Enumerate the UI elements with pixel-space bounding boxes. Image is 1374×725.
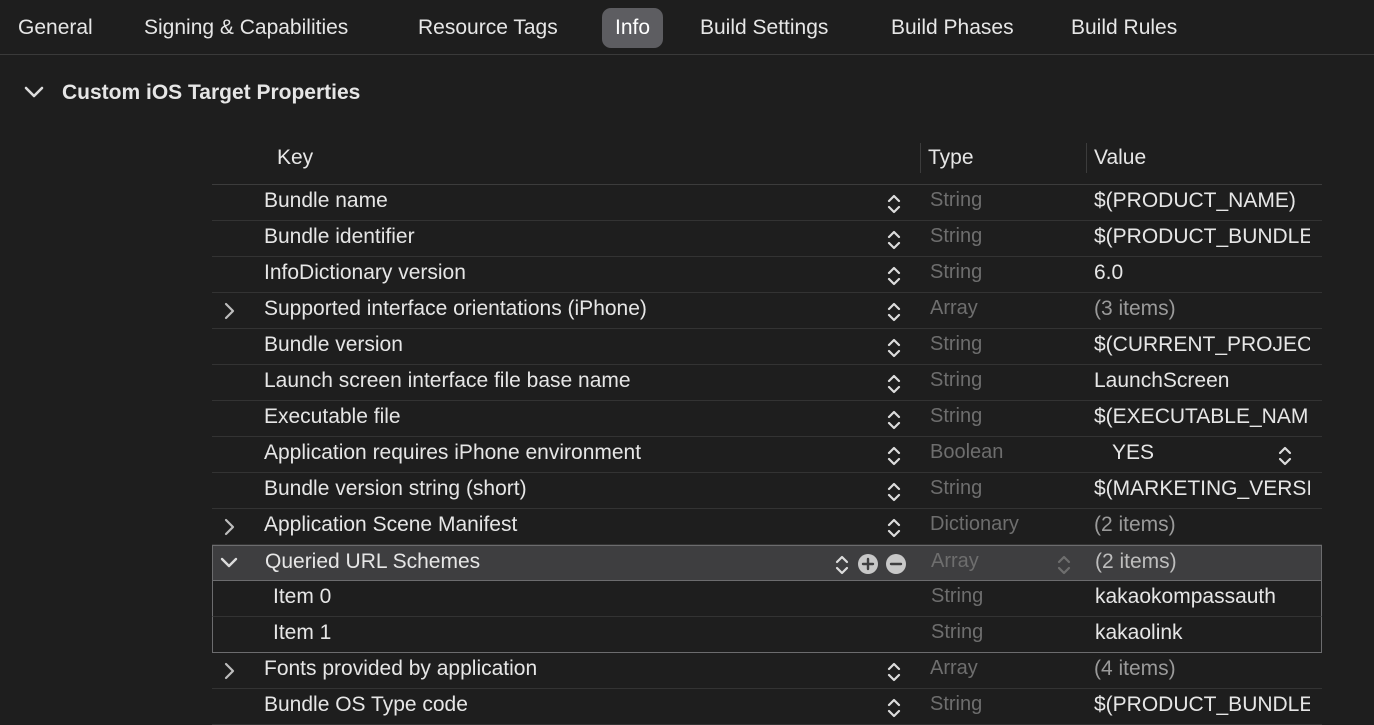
tab-signing-capabilities[interactable]: Signing & Capabilities <box>144 8 348 48</box>
row-value[interactable]: kakaolink <box>1095 621 1311 645</box>
table-row-child[interactable]: Item 1 String kakaolink <box>212 617 1322 653</box>
up-down-stepper-icon[interactable] <box>885 516 903 545</box>
row-key: Bundle version string (short) <box>264 477 527 500</box>
tab-general[interactable]: General <box>18 8 93 48</box>
row-type: String <box>930 405 983 427</box>
chevron-right-icon[interactable] <box>222 302 236 325</box>
row-key: InfoDictionary version <box>264 261 466 284</box>
row-type: Dictionary <box>930 513 1019 535</box>
row-value: (2 items) <box>1094 513 1176 536</box>
table-row[interactable]: Bundle version String $(CURRENT_PROJECT_… <box>212 329 1322 365</box>
row-value[interactable]: LaunchScreen <box>1094 369 1310 393</box>
row-key: Fonts provided by application <box>264 657 538 680</box>
chevron-down-icon[interactable] <box>24 85 44 104</box>
up-down-stepper-icon[interactable] <box>885 264 903 293</box>
row-value[interactable]: $(PRODUCT_BUNDLE_IDENTIFIER) <box>1094 225 1310 249</box>
table-row-selected[interactable]: Queried URL Schemes Array (2 items) <box>212 545 1322 581</box>
row-key: Executable file <box>264 405 401 428</box>
up-down-stepper-icon[interactable] <box>885 696 903 725</box>
plus-circle-icon[interactable] <box>857 553 879 580</box>
row-type: String <box>931 621 984 643</box>
row-type: Array <box>930 297 978 319</box>
table-row-child[interactable]: Item 0 String kakaokompassauth <box>212 581 1322 617</box>
table-row[interactable]: Bundle OS Type code String $(PRODUCT_BUN… <box>212 689 1322 725</box>
table-row[interactable]: Bundle identifier String $(PRODUCT_BUNDL… <box>212 221 1322 257</box>
row-key: Queried URL Schemes <box>265 550 481 573</box>
table-row[interactable]: Bundle version string (short) String $(M… <box>212 473 1322 509</box>
row-key: Bundle name <box>264 189 388 212</box>
chevron-right-icon[interactable] <box>222 518 236 541</box>
up-down-stepper-icon[interactable] <box>885 444 903 473</box>
minus-circle-icon[interactable] <box>885 553 907 580</box>
row-type: String <box>930 225 983 247</box>
tab-bar: General Signing & Capabilities Resource … <box>0 0 1374 55</box>
section-header[interactable]: Custom iOS Target Properties <box>0 72 600 116</box>
row-key: Application Scene Manifest <box>264 513 518 536</box>
up-down-stepper-icon[interactable] <box>885 480 903 509</box>
table-row[interactable]: Application Scene Manifest Dictionary (2… <box>212 509 1322 545</box>
row-type: String <box>930 333 983 355</box>
up-down-stepper-icon[interactable] <box>885 228 903 257</box>
column-divider <box>1086 143 1087 173</box>
chevron-down-icon[interactable] <box>220 556 238 575</box>
row-type: String <box>930 261 983 283</box>
table-row[interactable]: InfoDictionary version String 6.0 <box>212 257 1322 293</box>
tab-build-settings[interactable]: Build Settings <box>700 8 828 48</box>
row-type: String <box>930 693 983 715</box>
table-header: Key Type Value <box>212 140 1322 185</box>
row-key: Bundle OS Type code <box>264 693 468 716</box>
row-key: Item 0 <box>273 585 332 608</box>
table-row[interactable]: Bundle name String $(PRODUCT_NAME) <box>212 185 1322 221</box>
table-row[interactable]: Executable file String $(EXECUTABLE_NAME… <box>212 401 1322 437</box>
row-key: Item 1 <box>273 621 332 644</box>
row-type: String <box>931 585 984 607</box>
row-value[interactable]: $(MARKETING_VERSION) <box>1094 477 1310 501</box>
column-header-key[interactable]: Key <box>277 146 313 170</box>
boolean-value-popup[interactable]: YES <box>1112 441 1154 465</box>
row-type: Array <box>930 657 978 679</box>
up-down-stepper-icon[interactable] <box>885 300 903 329</box>
row-key: Bundle version <box>264 333 403 356</box>
tab-build-rules[interactable]: Build Rules <box>1071 8 1177 48</box>
row-type: String <box>930 477 983 499</box>
row-value[interactable]: $(PRODUCT_BUNDLE_PACKAGE_TYPE) <box>1094 693 1310 717</box>
up-down-stepper-icon[interactable] <box>833 553 851 582</box>
row-value[interactable]: $(CURRENT_PROJECT_VERSION) <box>1094 333 1310 357</box>
row-value[interactable]: $(PRODUCT_NAME) <box>1094 189 1310 213</box>
table-row[interactable]: Fonts provided by application Array (4 i… <box>212 653 1322 689</box>
section-title: Custom iOS Target Properties <box>62 81 361 104</box>
row-value: (4 items) <box>1094 657 1176 680</box>
up-down-stepper-icon[interactable] <box>885 408 903 437</box>
tab-build-phases[interactable]: Build Phases <box>891 8 1014 48</box>
up-down-stepper-icon[interactable] <box>1055 553 1073 582</box>
up-down-stepper-icon[interactable] <box>885 372 903 401</box>
chevron-right-icon[interactable] <box>222 662 236 685</box>
row-value: (3 items) <box>1094 297 1176 320</box>
table-row[interactable]: Application requires iPhone environment … <box>212 437 1322 473</box>
row-key: Launch screen interface file base name <box>264 369 631 392</box>
row-value[interactable]: 6.0 <box>1094 261 1310 285</box>
up-down-stepper-icon[interactable] <box>885 660 903 689</box>
column-divider <box>920 143 921 173</box>
row-value[interactable]: kakaokompassauth <box>1095 585 1311 609</box>
row-key: Supported interface orientations (iPhone… <box>264 297 647 320</box>
row-value[interactable]: $(EXECUTABLE_NAME) <box>1094 405 1310 429</box>
table-row[interactable]: Supported interface orientations (iPhone… <box>212 293 1322 329</box>
tab-resource-tags[interactable]: Resource Tags <box>418 8 558 48</box>
row-type: Array <box>931 550 979 572</box>
up-down-stepper-icon[interactable] <box>885 192 903 221</box>
row-key: Application requires iPhone environment <box>264 441 642 464</box>
up-down-stepper-icon[interactable] <box>885 336 903 365</box>
row-type: Boolean <box>930 441 1004 463</box>
table-row[interactable]: Launch screen interface file base name S… <box>212 365 1322 401</box>
row-type: String <box>930 189 983 211</box>
column-header-type[interactable]: Type <box>928 146 974 170</box>
column-header-value[interactable]: Value <box>1094 146 1146 170</box>
row-value: (2 items) <box>1095 550 1177 573</box>
up-down-stepper-icon[interactable] <box>1276 444 1294 473</box>
info-plist-table: Key Type Value Bundle name String $(PROD… <box>212 140 1322 725</box>
row-type: String <box>930 369 983 391</box>
row-key: Bundle identifier <box>264 225 415 248</box>
tab-info[interactable]: Info <box>602 8 664 48</box>
